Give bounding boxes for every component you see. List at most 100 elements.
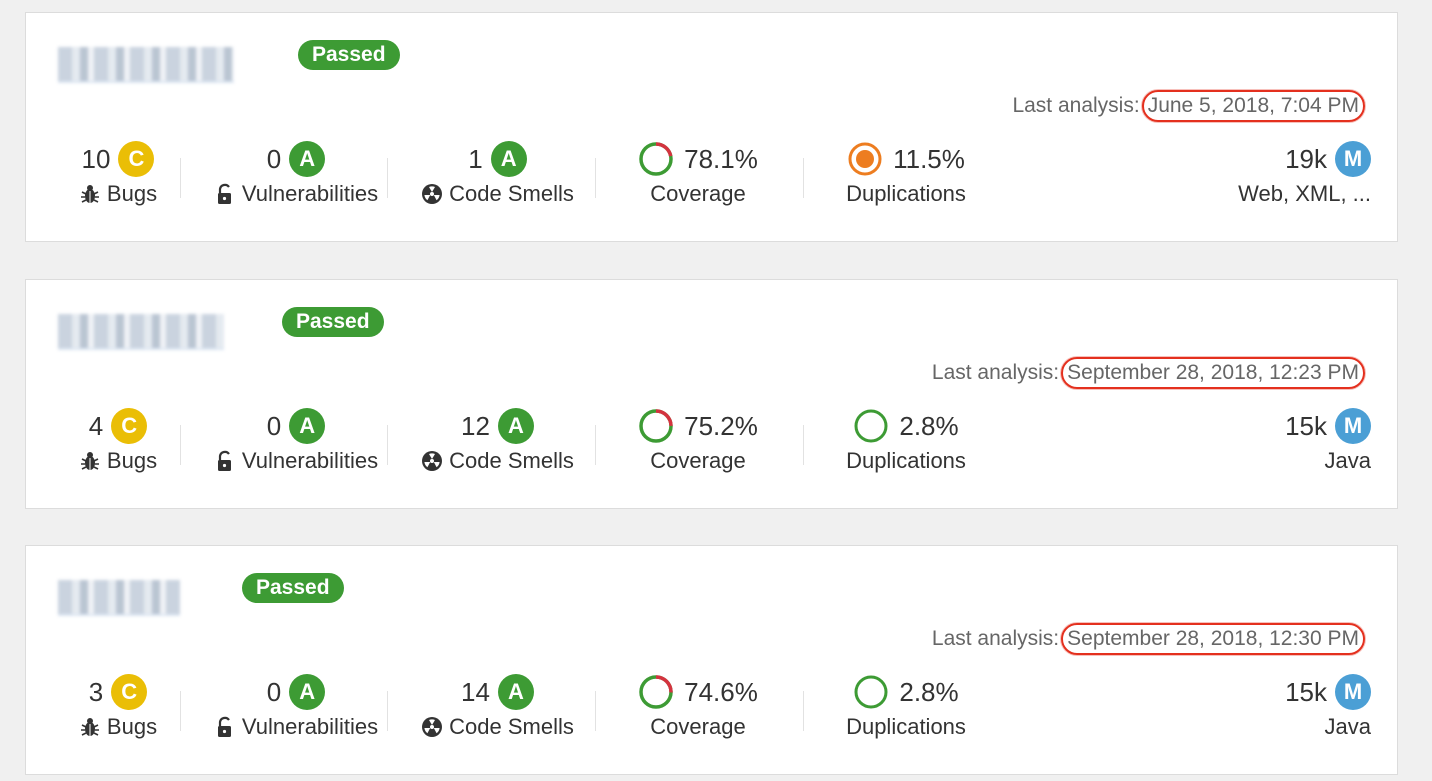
size-value: 15k bbox=[1285, 676, 1327, 707]
radiation-icon bbox=[422, 451, 443, 471]
duplications-measure[interactable]: 2.8% Duplications bbox=[826, 406, 986, 474]
bug-icon bbox=[80, 718, 99, 736]
bugs-value: 4 bbox=[88, 410, 104, 441]
last-analysis: Last analysis: June 5, 2018, 7:04 PM bbox=[1012, 90, 1365, 122]
code-smells-value: 1 bbox=[468, 143, 483, 174]
duplications-value: 11.5% bbox=[893, 143, 965, 174]
last-analysis-date: September 28, 2018, 12:23 PM bbox=[1061, 357, 1365, 389]
size-measure[interactable]: 15k M Java bbox=[1206, 672, 1371, 740]
duplications-value: 2.8% bbox=[899, 676, 959, 707]
bugs-measure[interactable]: 4C Bugs bbox=[58, 406, 178, 474]
radiation-icon bbox=[422, 717, 443, 737]
bugs-measure[interactable]: 3C Bugs bbox=[58, 672, 178, 740]
code-smells-value: 14 bbox=[461, 676, 490, 707]
project-name-redacted[interactable] bbox=[58, 580, 180, 616]
project-card: Passed Last analysis: September 28, 2018,… bbox=[25, 545, 1398, 775]
separator bbox=[595, 425, 596, 465]
bugs-label: Bugs bbox=[106, 181, 158, 206]
coverage-donut-icon bbox=[639, 142, 673, 176]
duplications-value: 2.8% bbox=[899, 410, 959, 441]
vulnerabilities-value: 0 bbox=[266, 143, 282, 174]
bugs-rating: C bbox=[111, 408, 148, 444]
coverage-measure[interactable]: 78.1% Coverage bbox=[618, 139, 778, 207]
separator bbox=[595, 691, 596, 731]
bug-icon bbox=[80, 185, 99, 203]
size-measure[interactable]: 19k M Web, XML, ... bbox=[1206, 139, 1371, 207]
vulnerabilities-rating: A bbox=[289, 141, 326, 177]
code-smells-label: Code Smells bbox=[449, 448, 574, 473]
bugs-rating: C bbox=[118, 141, 155, 177]
vulnerabilities-measure[interactable]: 0A Vulnerabilities bbox=[201, 672, 391, 740]
vulnerabilities-rating: A bbox=[289, 674, 326, 710]
last-analysis: Last analysis: September 28, 2018, 12:23 … bbox=[932, 357, 1365, 389]
project-name-redacted[interactable] bbox=[58, 314, 224, 350]
last-analysis-date: September 28, 2018, 12:30 PM bbox=[1061, 623, 1365, 655]
size-measure[interactable]: 15k M Java bbox=[1206, 406, 1371, 474]
quality-gate-passed-badge: Passed bbox=[282, 307, 384, 337]
duplications-label: Duplications bbox=[846, 714, 966, 739]
vulnerabilities-measure[interactable]: 0A Vulnerabilities bbox=[201, 406, 391, 474]
size-value: 15k bbox=[1285, 410, 1327, 441]
duplications-measure[interactable]: 2.8% Duplications bbox=[826, 672, 986, 740]
bugs-rating: C bbox=[111, 674, 148, 710]
vulnerabilities-label: Vulnerabilities bbox=[241, 181, 379, 206]
vulnerabilities-label: Vulnerabilities bbox=[241, 448, 379, 473]
code-smells-measure[interactable]: 14 A Code Smells bbox=[410, 672, 585, 740]
size-rating: M bbox=[1335, 141, 1371, 177]
project-name-redacted[interactable] bbox=[58, 47, 234, 83]
unlocked-padlock-icon bbox=[217, 450, 231, 471]
code-smells-rating: A bbox=[497, 674, 534, 710]
separator bbox=[387, 158, 388, 198]
duplications-label: Duplications bbox=[846, 181, 966, 206]
size-rating: M bbox=[1335, 408, 1371, 444]
project-card: Passed Last analysis: September 28, 2018,… bbox=[25, 279, 1398, 509]
project-card: Passed Last analysis: June 5, 2018, 7:04 … bbox=[25, 12, 1398, 242]
separator bbox=[803, 425, 804, 465]
coverage-label: Coverage bbox=[650, 181, 746, 206]
last-analysis-label: Last analysis: bbox=[1012, 94, 1140, 117]
unlocked-padlock-icon bbox=[217, 183, 231, 204]
separator bbox=[180, 691, 181, 731]
vulnerabilities-value: 0 bbox=[266, 410, 282, 441]
bugs-value: 10 bbox=[81, 143, 111, 174]
bugs-label: Bugs bbox=[106, 448, 158, 473]
languages-label: Java bbox=[1324, 448, 1371, 473]
bugs-measure[interactable]: 10 C Bugs bbox=[58, 139, 178, 207]
coverage-measure[interactable]: 74.6% Coverage bbox=[618, 672, 778, 740]
last-analysis-label: Last analysis: bbox=[931, 361, 1060, 384]
bugs-value: 3 bbox=[88, 676, 104, 707]
duplications-high-icon bbox=[848, 142, 882, 176]
languages-label: Web, XML, ... bbox=[1238, 181, 1371, 206]
code-smells-measure[interactable]: 12 A Code Smells bbox=[410, 406, 585, 474]
code-smells-rating: A bbox=[497, 408, 534, 444]
code-smells-rating: A bbox=[490, 141, 527, 177]
coverage-value: 78.1% bbox=[684, 143, 758, 174]
separator bbox=[180, 425, 181, 465]
unlocked-padlock-icon bbox=[217, 716, 231, 737]
quality-gate-passed-badge: Passed bbox=[242, 573, 344, 603]
bugs-label: Bugs bbox=[106, 714, 158, 739]
separator bbox=[595, 158, 596, 198]
coverage-measure[interactable]: 75.2% Coverage bbox=[618, 406, 778, 474]
vulnerabilities-measure[interactable]: 0A Vulnerabilities bbox=[201, 139, 391, 207]
duplications-low-icon bbox=[854, 409, 888, 443]
coverage-value: 75.2% bbox=[684, 410, 758, 441]
duplications-measure[interactable]: 11.5% Duplications bbox=[826, 139, 986, 207]
last-analysis-date: June 5, 2018, 7:04 PM bbox=[1141, 90, 1365, 122]
code-smells-label: Code Smells bbox=[449, 714, 574, 739]
languages-label: Java bbox=[1324, 714, 1371, 739]
coverage-donut-icon bbox=[639, 409, 673, 443]
last-analysis: Last analysis: September 28, 2018, 12:30 … bbox=[932, 623, 1365, 655]
code-smells-measure[interactable]: 1A Code Smells bbox=[410, 139, 585, 207]
size-value: 19k bbox=[1285, 143, 1327, 174]
separator bbox=[803, 691, 804, 731]
quality-gate-passed-badge: Passed bbox=[298, 40, 400, 70]
separator bbox=[387, 425, 388, 465]
vulnerabilities-value: 0 bbox=[266, 676, 282, 707]
coverage-label: Coverage bbox=[650, 714, 746, 739]
radiation-icon bbox=[422, 184, 443, 204]
separator bbox=[387, 691, 388, 731]
vulnerabilities-label: Vulnerabilities bbox=[241, 714, 379, 739]
duplications-low-icon bbox=[854, 675, 888, 709]
last-analysis-label: Last analysis: bbox=[931, 627, 1060, 650]
